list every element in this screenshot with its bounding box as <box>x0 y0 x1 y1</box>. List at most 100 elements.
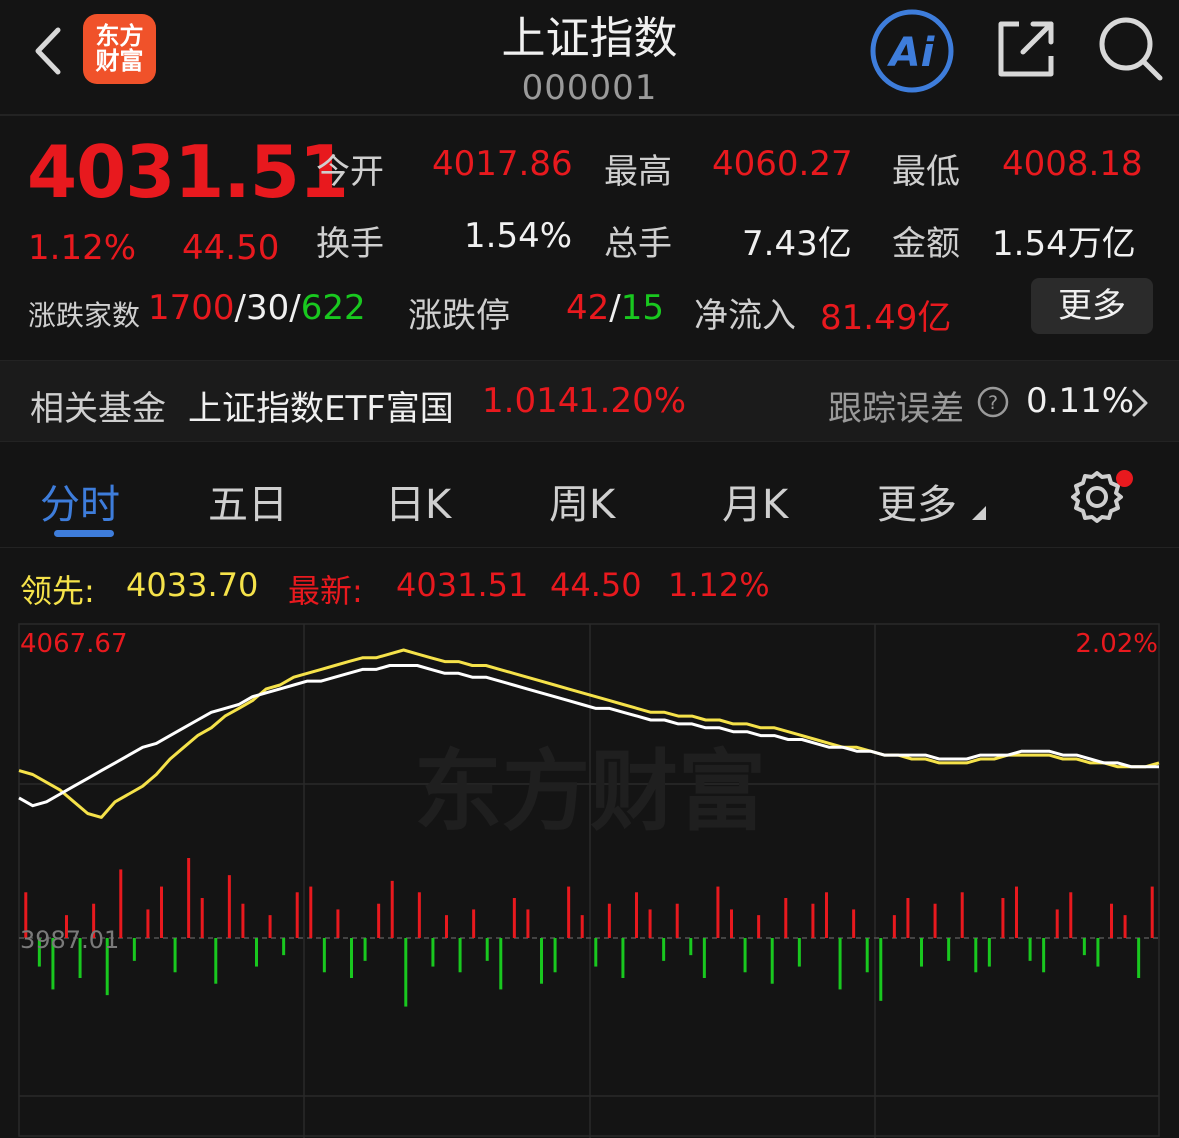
tab-five-day[interactable]: 五日 <box>208 472 288 530</box>
netflow-value: 81.49亿 <box>820 298 952 338</box>
volume-bar <box>512 898 516 938</box>
open-label: 今开 <box>316 152 384 192</box>
volume-bar <box>811 903 815 938</box>
chevron-right-icon[interactable] <box>1128 387 1152 419</box>
quote-panel: 4031.51 1.12% 44.50 今开 4017.86 最高 4060.2… <box>0 118 1179 358</box>
limit-label: 涨跌停 <box>408 296 510 336</box>
volume-bar <box>132 938 136 961</box>
change-amount: 44.50 <box>182 228 280 268</box>
lead-value: 4033.70 <box>126 566 259 604</box>
volume-bar <box>445 915 448 938</box>
volume-bar <box>580 915 584 938</box>
volume-bar <box>458 938 462 973</box>
breadth-label: 涨跌家数 <box>28 299 141 332</box>
tab-monthly-k[interactable]: 月K <box>722 472 788 530</box>
volume-bar <box>716 886 720 938</box>
volume-bar <box>960 892 964 938</box>
volume-bar <box>607 903 611 938</box>
limit-count: 42/15 <box>566 288 664 328</box>
volume-bar <box>675 903 679 938</box>
volume-bar <box>879 938 883 1001</box>
volume-bar <box>255 938 258 967</box>
tab-daily-k[interactable]: 日K <box>385 472 451 530</box>
netflow-label: 净流入 <box>694 296 796 336</box>
volume-bar <box>1150 886 1154 938</box>
volume-bar <box>730 909 733 938</box>
volume-bar <box>933 903 937 938</box>
fund-name: 上证指数ETF富国 <box>188 389 454 429</box>
volume-bar <box>119 869 123 938</box>
volume-bar <box>295 892 299 938</box>
svg-text:?: ? <box>988 392 998 414</box>
volume-label: 总手 <box>604 224 672 264</box>
volume-bar <box>540 938 543 984</box>
help-icon[interactable]: ? <box>976 385 1010 419</box>
volume-bar <box>322 938 326 973</box>
volume-value: 7.43亿 <box>742 224 852 264</box>
intraday-chart[interactable]: 东方财富 4067.67 2.02% 3987.01 <box>0 622 1179 1138</box>
volume-bar <box>1028 938 1032 961</box>
volume-bar <box>336 909 340 938</box>
volume-bar <box>689 938 693 956</box>
volume-bar <box>377 903 381 938</box>
volume-bar <box>947 938 951 961</box>
y-max-pct-label: 2.02% <box>1075 629 1158 659</box>
more-stats-button[interactable]: 更多 <box>1031 278 1153 334</box>
volume-bar <box>268 915 272 938</box>
volume-bar <box>865 938 869 973</box>
volume-bar <box>987 938 991 967</box>
volume-bar <box>1015 886 1018 938</box>
low-label: 最低 <box>892 152 960 192</box>
volume-bar <box>906 898 910 938</box>
tab-intraday[interactable]: 分时 <box>40 472 120 530</box>
volume-bar <box>173 938 177 973</box>
limit-up: 42 <box>566 288 610 328</box>
volume-bar <box>838 938 842 990</box>
tracking-value: 0.11% <box>1026 381 1135 421</box>
high-label: 最高 <box>604 152 672 192</box>
volume-bar <box>227 875 231 938</box>
fund-price: 1.014 <box>482 381 580 421</box>
tab-weekly-k[interactable]: 周K <box>549 472 615 530</box>
lead-label: 领先: <box>20 572 95 610</box>
volume-bar <box>390 880 394 938</box>
volume-bar <box>187 858 191 938</box>
volume-bar <box>743 938 747 973</box>
tab-more[interactable]: 更多 <box>877 472 957 530</box>
market-breadth: 1700/30/622 <box>148 288 366 328</box>
search-icon[interactable] <box>1096 14 1166 84</box>
volume-bar <box>404 938 408 1007</box>
volume-bar <box>648 909 652 938</box>
volume-bar <box>431 938 435 967</box>
volume-bar <box>635 892 638 938</box>
fund-pct: 1.20% <box>578 381 687 421</box>
volume-bar <box>499 938 503 990</box>
volume-bar <box>757 915 761 938</box>
volume-bar <box>526 909 530 938</box>
volume-bar <box>920 938 923 967</box>
volume-bar <box>485 938 489 961</box>
volume-bar <box>1001 898 1005 938</box>
share-icon[interactable] <box>993 16 1059 82</box>
volume-bar <box>553 938 557 973</box>
active-tab-indicator <box>54 530 114 537</box>
related-fund-bar[interactable]: 相关基金 上证指数ETF富国 1.014 1.20% 跟踪误差 ? 0.11% <box>0 360 1179 442</box>
volume-bar <box>146 909 150 938</box>
chart-tabs: 分时 五日 日K 周K 月K 更多 <box>0 444 1179 548</box>
volume-bar <box>1082 938 1086 956</box>
ai-assistant-icon[interactable]: Ai <box>868 8 956 94</box>
volume-bar <box>852 909 856 938</box>
open-value: 4017.86 <box>432 144 573 184</box>
volume-bar <box>825 892 828 938</box>
high-value: 4060.27 <box>712 144 853 184</box>
breadth-up: 1700 <box>148 288 235 328</box>
volume-bar <box>1042 938 1046 973</box>
volume-bar <box>472 909 476 938</box>
fund-label: 相关基金 <box>30 389 166 429</box>
volume-bar <box>702 938 706 978</box>
volume-bar <box>784 898 788 938</box>
volume-bar <box>1123 915 1127 938</box>
svg-text:Ai: Ai <box>887 30 936 76</box>
volume-bar <box>974 938 978 973</box>
volume-bar <box>282 938 286 956</box>
